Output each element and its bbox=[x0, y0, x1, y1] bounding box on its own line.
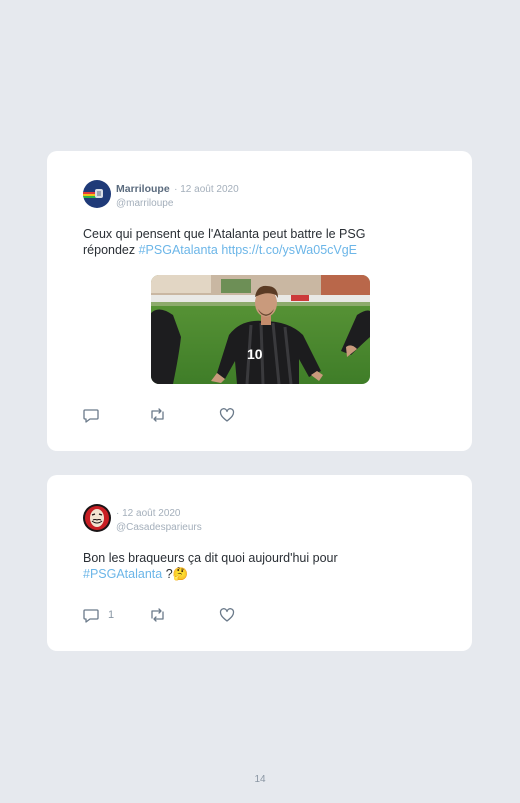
tweet-date[interactable]: · 12 août 2020 bbox=[174, 184, 239, 195]
svg-text:10: 10 bbox=[247, 346, 263, 362]
reply-count: 1 bbox=[108, 609, 115, 621]
author-name[interactable]: Marriloupe bbox=[116, 183, 170, 195]
hashtag-link[interactable]: #PSGAtalanta bbox=[139, 243, 218, 257]
tweet-card: Marriloupe · 12 août 2020 @marriloupe Ce… bbox=[47, 151, 472, 451]
reply-icon bbox=[83, 407, 99, 423]
tweet-text: Bon les braqueurs ça dit quoi aujourd'hu… bbox=[83, 551, 403, 582]
reply-button[interactable] bbox=[83, 407, 108, 423]
retweet-icon bbox=[149, 407, 166, 423]
like-button[interactable] bbox=[219, 607, 235, 623]
tweet-actions bbox=[83, 407, 283, 423]
hashtag-link[interactable]: #PSGAtalanta bbox=[83, 567, 162, 581]
avatar[interactable] bbox=[83, 504, 111, 532]
tweet-media-image[interactable]: 10 bbox=[151, 275, 370, 384]
tweet-date[interactable]: · 12 août 2020 bbox=[116, 508, 181, 519]
reply-icon bbox=[83, 607, 99, 623]
retweet-button[interactable] bbox=[149, 407, 166, 423]
tweet-text: Ceux qui pensent que l'Atalanta peut bat… bbox=[83, 227, 403, 258]
tweet-card: · 12 août 2020 @Casadesparieurs Bon les … bbox=[47, 475, 472, 651]
like-icon bbox=[219, 407, 235, 423]
page-number: 14 bbox=[254, 774, 266, 785]
like-icon bbox=[219, 607, 235, 623]
like-button[interactable] bbox=[219, 407, 235, 423]
retweet-button[interactable] bbox=[149, 607, 166, 623]
retweet-icon bbox=[149, 607, 166, 623]
tweet-header: · 12 août 2020 @Casadesparieurs bbox=[116, 505, 202, 534]
url-link[interactable]: https://t.co/ysWa05cVgE bbox=[221, 243, 357, 257]
tweet-actions: 1 bbox=[83, 607, 283, 623]
tweet-header: Marriloupe · 12 août 2020 @marriloupe bbox=[116, 181, 239, 210]
avatar[interactable] bbox=[83, 180, 111, 208]
author-handle[interactable]: @Casadesparieurs bbox=[116, 521, 202, 534]
author-handle[interactable]: @marriloupe bbox=[116, 197, 239, 210]
reply-button[interactable]: 1 bbox=[83, 607, 114, 623]
tweet-body: Bon les braqueurs ça dit quoi aujourd'hu… bbox=[83, 551, 338, 565]
emoji-text: ?🤔 bbox=[162, 566, 189, 581]
